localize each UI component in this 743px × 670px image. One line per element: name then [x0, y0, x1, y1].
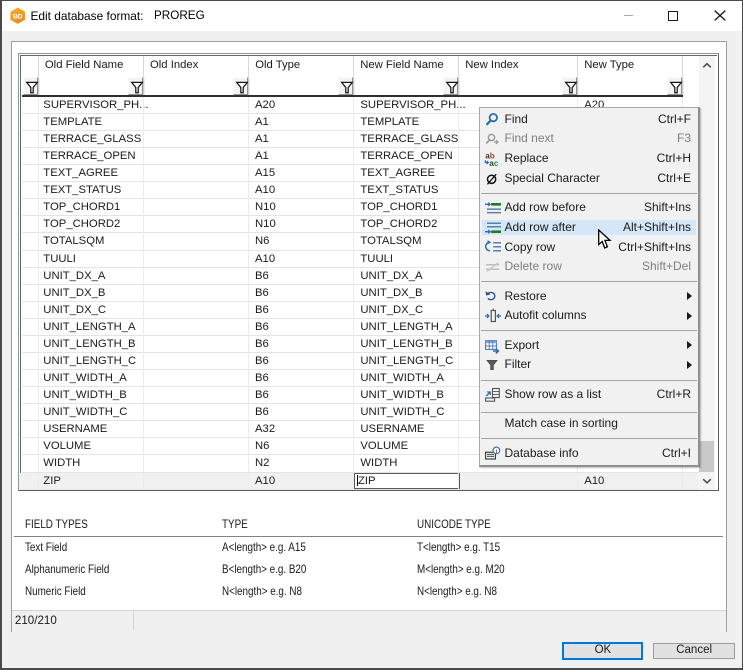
svg-text:c: c — [494, 159, 499, 167]
svg-text:i: i — [496, 448, 498, 455]
svg-text:BD: BD — [13, 13, 23, 20]
